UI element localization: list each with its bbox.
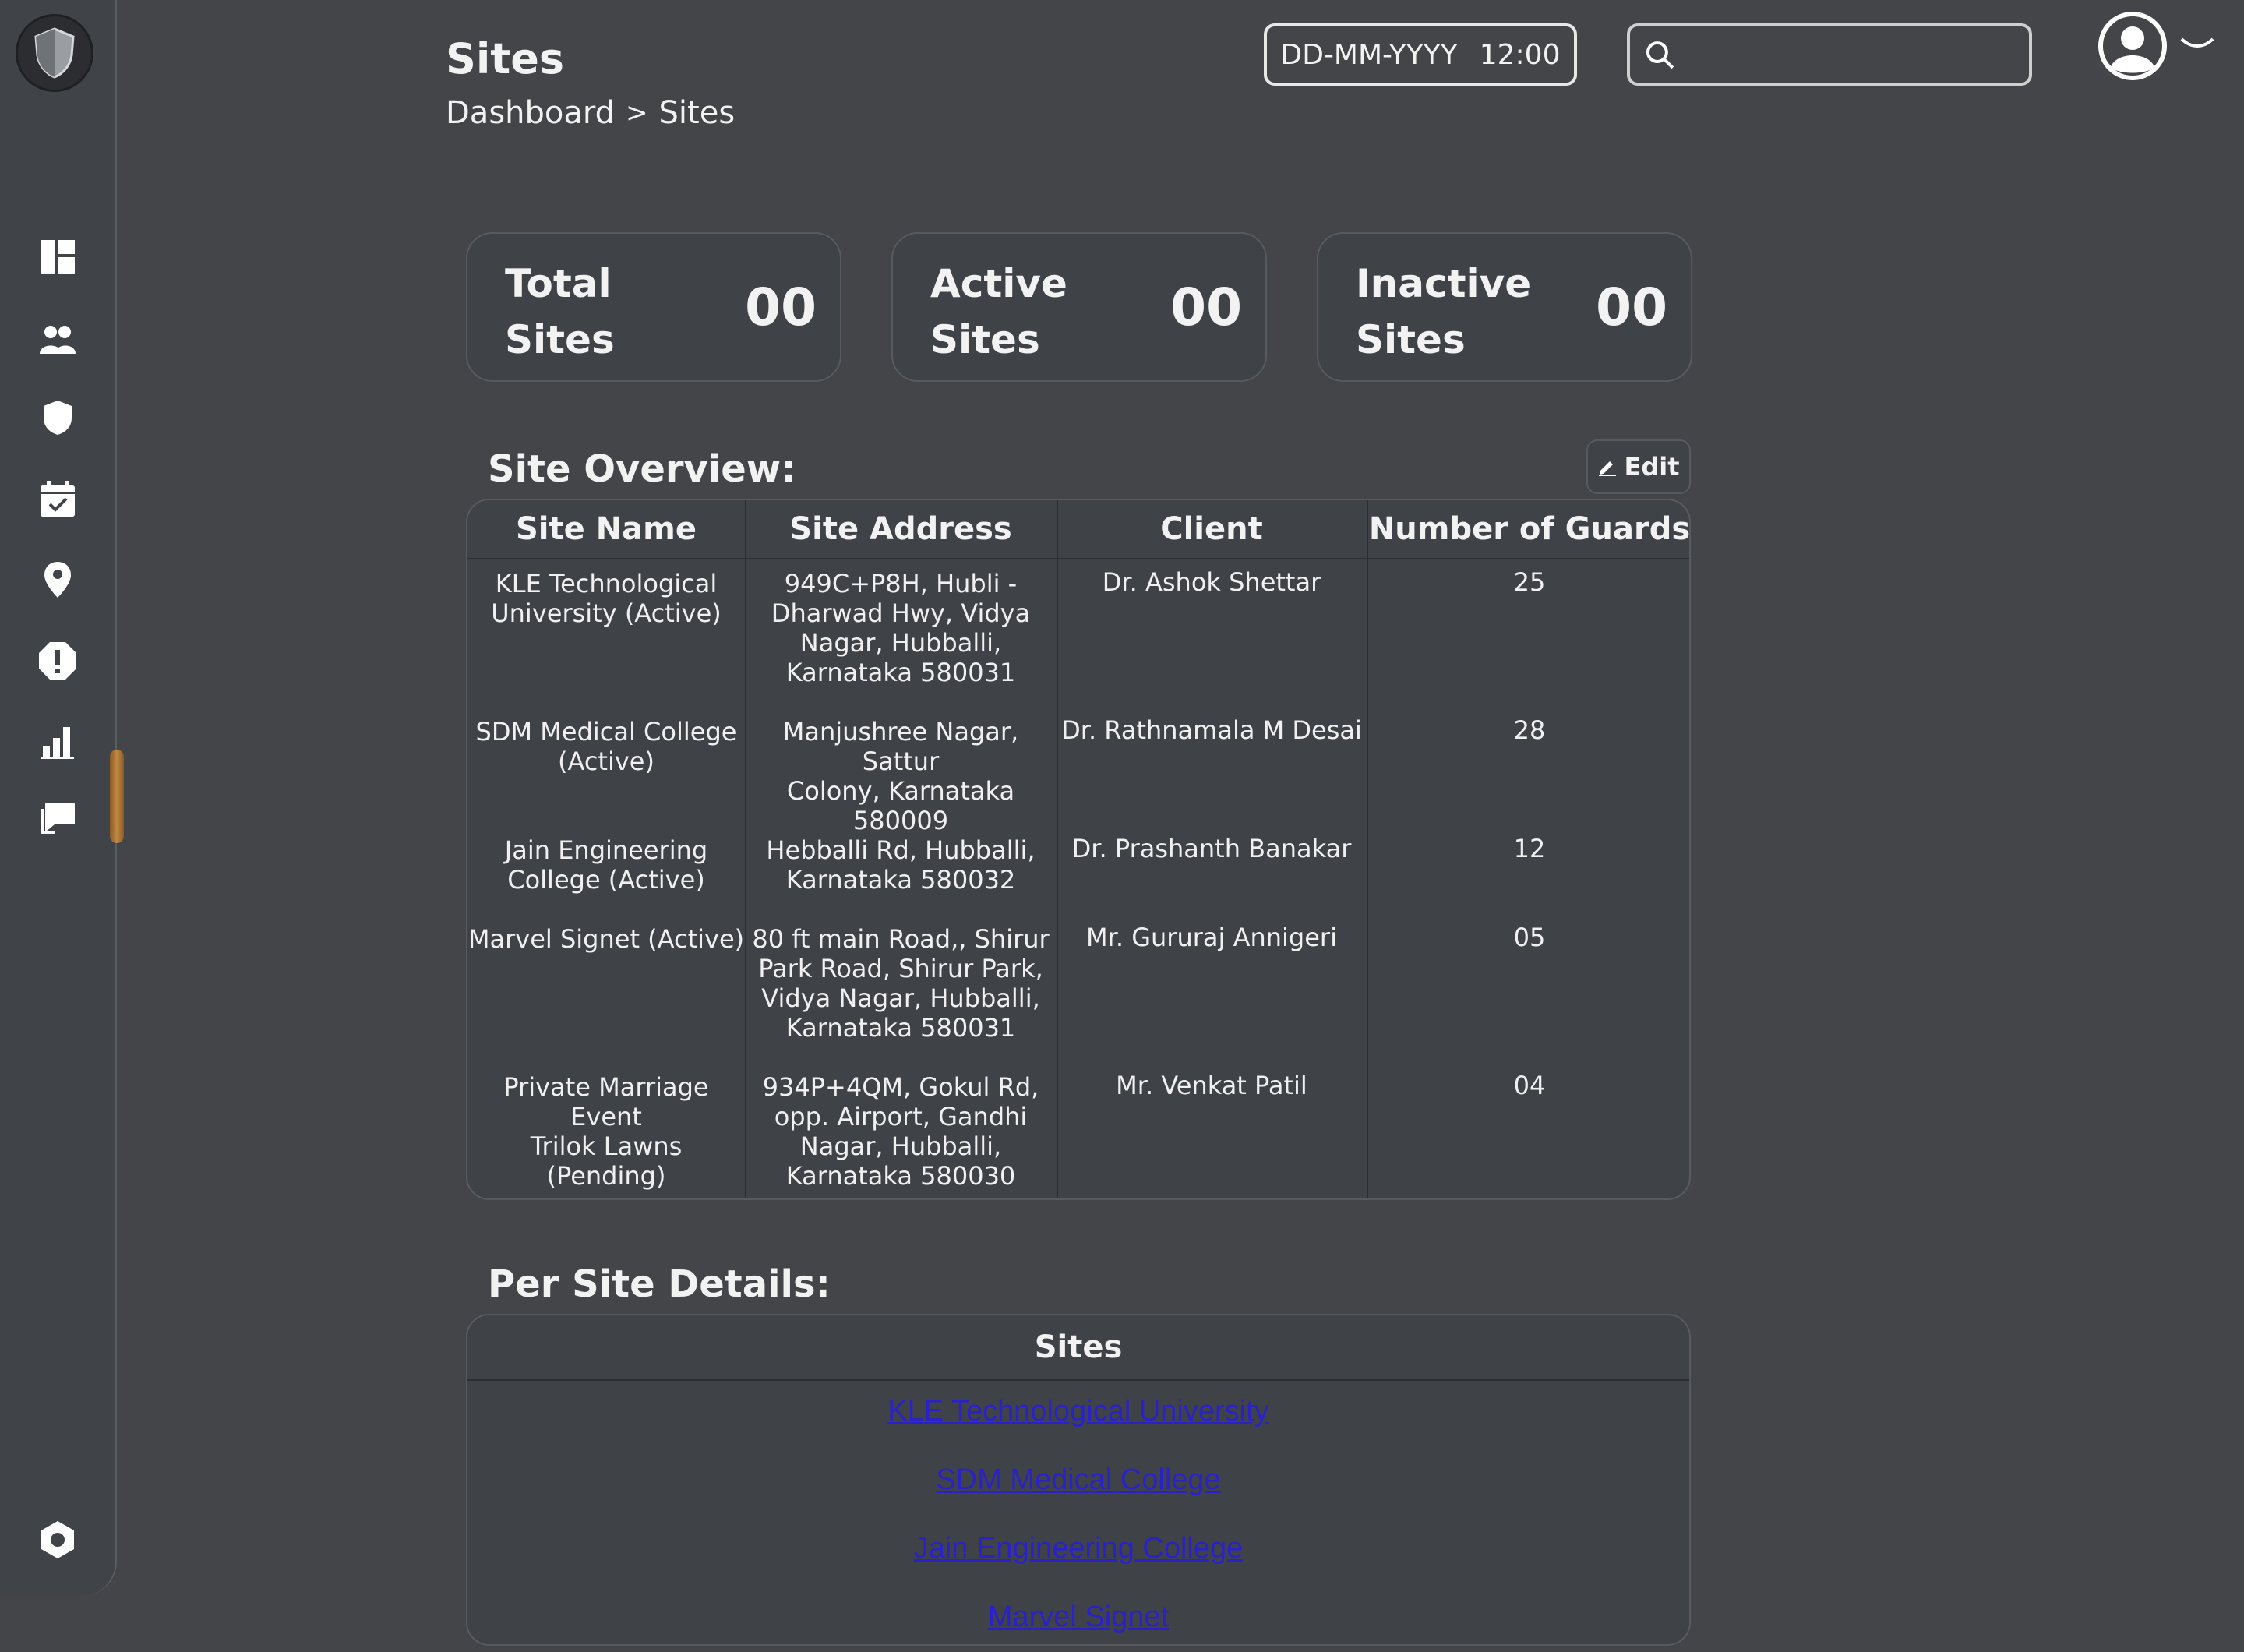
nav-settings[interactable] bbox=[31, 1513, 84, 1566]
chat-icon bbox=[41, 803, 75, 834]
column-header-guards: Number of Guards bbox=[1368, 511, 1691, 547]
stat-label: Active Sites bbox=[930, 261, 1067, 362]
edit-button-label: Edit bbox=[1624, 452, 1680, 482]
stat-card-inactive: Inactive Sites 00 bbox=[1317, 232, 1692, 382]
cell-guards: 05 bbox=[1513, 923, 1546, 952]
shield-logo-icon bbox=[34, 27, 75, 79]
column-header-site-address: Site Address bbox=[789, 511, 1012, 547]
cell-site-address: 949C+P8H, Hubli - Dharwad Hwy, Vidya Naga… bbox=[771, 569, 1031, 687]
per-site-details-title: Per Site Details: bbox=[488, 1262, 831, 1306]
site-overview-table: Site Name Site Address Client Number of … bbox=[466, 499, 1691, 1200]
header-divider bbox=[468, 558, 1689, 559]
sidebar bbox=[0, 0, 117, 1596]
nav-messages[interactable] bbox=[31, 792, 84, 845]
location-pin-icon bbox=[44, 562, 71, 598]
site-link-jain[interactable]: Jain Engineering College bbox=[468, 1532, 1689, 1566]
stat-label: Inactive Sites bbox=[1356, 261, 1532, 362]
site-link-kle[interactable]: KLE Technological University bbox=[468, 1395, 1689, 1428]
cell-guards: 12 bbox=[1513, 834, 1546, 863]
cell-site-address: 934P+4QM, Gokul Rd, opp. Airport, Gandhi … bbox=[762, 1072, 1039, 1191]
cell-client: Dr. Ashok Shettar bbox=[1102, 567, 1321, 597]
cell-client: Dr. Rathnamala M Desai bbox=[1061, 715, 1362, 745]
users-icon bbox=[40, 326, 76, 354]
site-link-marvel[interactable]: Marvel Signet bbox=[468, 1601, 1689, 1634]
column-header-sites: Sites bbox=[1034, 1329, 1123, 1365]
stat-label: Total Sites bbox=[505, 261, 615, 362]
bar-chart-icon bbox=[41, 727, 74, 759]
dashboard-icon bbox=[41, 240, 75, 274]
search-box[interactable] bbox=[1627, 23, 2032, 86]
nav-schedule[interactable] bbox=[31, 472, 84, 525]
stat-card-total: Total Sites 00 bbox=[466, 232, 842, 382]
time-display: 12:00 bbox=[1479, 38, 1561, 71]
nav-dashboard[interactable] bbox=[31, 231, 84, 284]
column-header-site-name: Site Name bbox=[516, 511, 697, 547]
cell-site-address: Hebballi Rd, Hubballi, Karnataka 580032 bbox=[766, 835, 1036, 895]
nav-guards[interactable] bbox=[31, 391, 84, 444]
stat-card-active: Active Sites 00 bbox=[891, 232, 1267, 382]
cell-guards: 04 bbox=[1513, 1071, 1546, 1100]
breadcrumb: Dashboard > Sites bbox=[446, 95, 735, 131]
per-site-table: Sites KLE Technological University SDM M… bbox=[466, 1314, 1691, 1646]
breadcrumb-dashboard[interactable]: Dashboard bbox=[446, 95, 615, 131]
header-divider bbox=[468, 1379, 1689, 1381]
cell-site-name: Private Marriage Event Trilok Lawns (Pend… bbox=[503, 1072, 709, 1191]
nav-locations[interactable] bbox=[31, 553, 84, 606]
breadcrumb-current: Sites bbox=[658, 95, 736, 131]
search-icon bbox=[1646, 41, 1674, 69]
shield-logo[interactable] bbox=[16, 14, 94, 92]
cell-site-name: KLE Technological University (Active) bbox=[491, 569, 722, 628]
cell-client: Mr. Venkat Patil bbox=[1116, 1071, 1307, 1100]
cell-site-address: 80 ft main Road,, Shirur Park Road, Shiru… bbox=[752, 924, 1050, 1043]
cell-site-name: Jain Engineering College (Active) bbox=[504, 835, 708, 895]
shield-icon bbox=[44, 401, 72, 435]
cell-guards: 28 bbox=[1513, 715, 1546, 745]
alert-icon bbox=[39, 642, 76, 680]
cell-client: Mr. Gururaj Annigeri bbox=[1086, 923, 1337, 952]
search-input[interactable] bbox=[1687, 40, 2029, 69]
breadcrumb-separator: > bbox=[626, 97, 648, 129]
cell-site-address: Manjushree Nagar, Sattur Colony, Karnatak… bbox=[782, 717, 1019, 835]
cell-site-name: SDM Medical College (Active) bbox=[475, 717, 737, 776]
cell-guards: 25 bbox=[1513, 567, 1546, 597]
nav-reports[interactable] bbox=[31, 715, 84, 768]
date-time-display[interactable]: DD-MM-YYYY 12:00 bbox=[1264, 23, 1577, 86]
stat-value: 00 bbox=[1596, 277, 1667, 337]
site-overview-title: Site Overview: bbox=[488, 447, 796, 491]
nav-users[interactable] bbox=[31, 313, 84, 366]
date-display: DD-MM-YYYY bbox=[1280, 38, 1458, 71]
sidebar-scrollbar[interactable] bbox=[110, 750, 124, 843]
calendar-check-icon bbox=[41, 481, 75, 517]
settings-icon bbox=[41, 1521, 74, 1558]
stat-value: 00 bbox=[1170, 277, 1242, 337]
nav-alerts[interactable] bbox=[31, 634, 84, 687]
cell-client: Dr. Prashanth Banakar bbox=[1071, 834, 1352, 863]
chevron-down-icon[interactable] bbox=[2179, 34, 2216, 53]
column-header-client: Client bbox=[1160, 511, 1263, 547]
cell-site-name: Marvel Signet (Active) bbox=[468, 924, 745, 954]
pencil-icon bbox=[1599, 461, 1617, 476]
page-title: Sites bbox=[446, 34, 564, 83]
user-avatar-icon[interactable] bbox=[2098, 11, 2168, 81]
site-link-sdm[interactable]: SDM Medical College bbox=[468, 1463, 1689, 1497]
stat-value: 00 bbox=[745, 277, 817, 337]
edit-button[interactable]: Edit bbox=[1586, 439, 1691, 494]
